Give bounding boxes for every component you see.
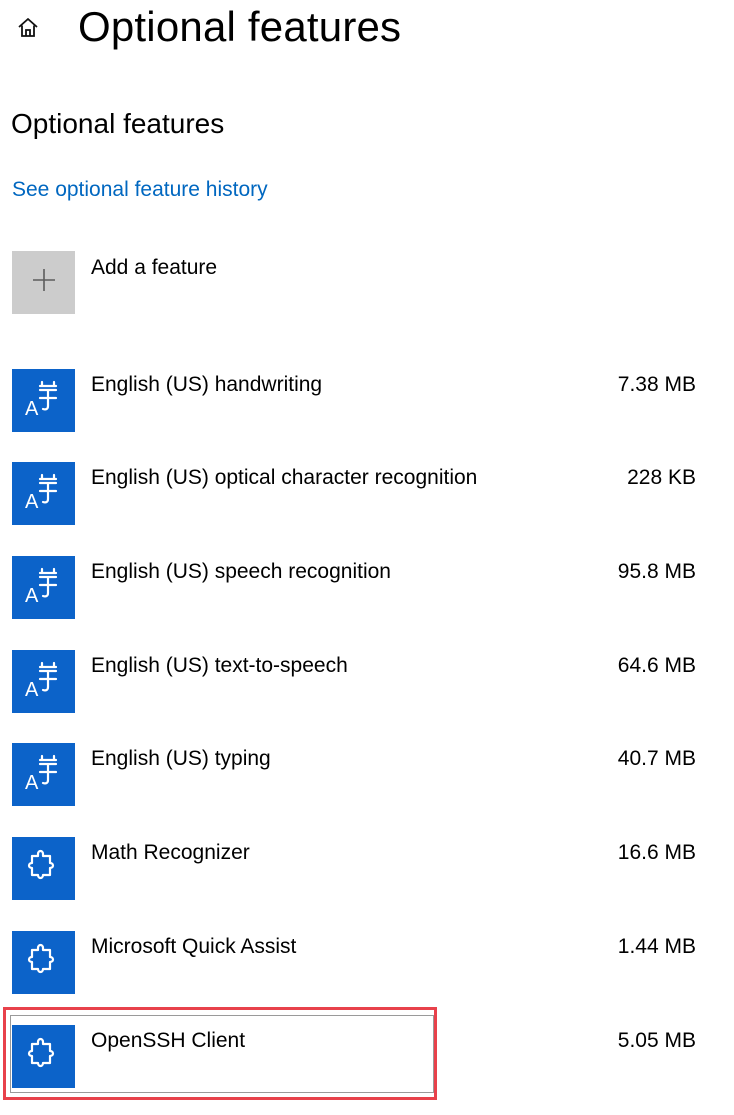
feature-icon-tile: A	[12, 650, 75, 713]
puzzle-icon	[24, 846, 64, 891]
feature-icon-tile: A	[12, 369, 75, 432]
feature-row[interactable]: A English (US) text-to-speech 64.6 MB	[0, 650, 734, 740]
language-icon: A	[22, 563, 66, 612]
svg-text:A: A	[25, 491, 39, 513]
language-icon: A	[22, 657, 66, 706]
feature-row[interactable]: A English (US) typing 40.7 MB	[0, 743, 734, 833]
feature-name: Microsoft Quick Assist	[91, 935, 297, 958]
feature-size: 95.8 MB	[617, 560, 696, 583]
add-feature-button[interactable]: Add a feature	[12, 251, 342, 315]
feature-name: English (US) optical character recogniti…	[91, 466, 478, 489]
feature-icon-tile: A	[12, 462, 75, 525]
home-icon[interactable]	[12, 12, 44, 44]
feature-icon-tile: A	[12, 743, 75, 806]
feature-row[interactable]: A English (US) optical character recognit…	[0, 462, 734, 552]
feature-history-link[interactable]: See optional feature history	[12, 175, 268, 205]
plus-icon	[30, 266, 58, 299]
feature-row[interactable]: A English (US) speech recognition 95.8 MB	[0, 556, 734, 646]
feature-size: 1.44 MB	[617, 935, 696, 958]
feature-icon-tile: A	[12, 556, 75, 619]
feature-size: 7.38 MB	[617, 373, 696, 396]
feature-size: 5.05 MB	[617, 1029, 696, 1052]
feature-size: 40.7 MB	[617, 747, 696, 770]
feature-icon-tile	[12, 1025, 75, 1088]
feature-name: Math Recognizer	[91, 841, 250, 864]
language-icon: A	[22, 469, 66, 518]
language-icon: A	[22, 376, 66, 425]
feature-row[interactable]: OpenSSH Client 5.05 MB	[0, 1025, 734, 1115]
puzzle-icon	[24, 940, 64, 985]
feature-icon-tile	[12, 931, 75, 994]
page-header: Optional features	[0, 0, 734, 60]
feature-name: English (US) handwriting	[91, 373, 323, 396]
feature-name: English (US) text-to-speech	[91, 654, 348, 677]
svg-text:A: A	[25, 585, 39, 607]
feature-size: 16.6 MB	[617, 841, 696, 864]
feature-row[interactable]: Math Recognizer 16.6 MB	[0, 837, 734, 927]
svg-text:A: A	[25, 679, 39, 701]
svg-text:A: A	[25, 398, 39, 420]
feature-size: 64.6 MB	[617, 654, 696, 677]
feature-name: English (US) typing	[91, 747, 271, 770]
add-feature-tile	[12, 251, 75, 314]
section-title: Optional features	[11, 108, 225, 139]
feature-name: OpenSSH Client	[91, 1029, 246, 1052]
svg-text:A: A	[25, 772, 39, 794]
puzzle-icon	[24, 1034, 64, 1079]
feature-row[interactable]: Microsoft Quick Assist 1.44 MB	[0, 931, 734, 1021]
language-icon: A	[22, 750, 66, 799]
feature-name: English (US) speech recognition	[91, 560, 391, 583]
feature-size: 228 KB	[627, 466, 696, 489]
feature-row[interactable]: A English (US) handwriting 7.38 MB	[0, 369, 734, 459]
add-feature-label: Add a feature	[91, 256, 218, 279]
page-title: Optional features	[78, 3, 402, 50]
feature-icon-tile	[12, 837, 75, 900]
